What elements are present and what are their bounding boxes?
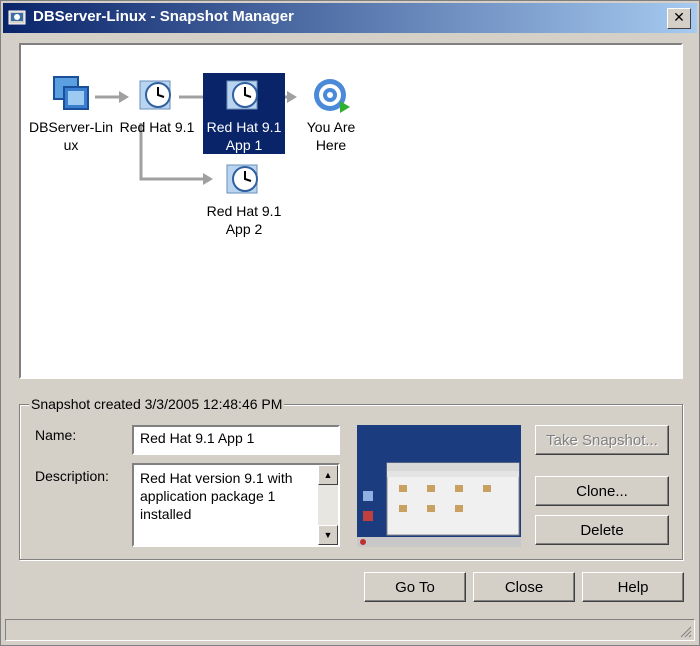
description-field[interactable]: Red Hat version 9.1 with application pac… (132, 463, 340, 547)
node-label: DBServer-Lin (28, 119, 114, 135)
tree-node-red-hat-9-1-app-2[interactable]: Red Hat 9.1 App 2 (203, 159, 285, 238)
name-label: Name: (35, 427, 77, 443)
node-label: Here (315, 137, 347, 153)
clone-button[interactable]: Clone... (535, 476, 669, 506)
snapshot-clock-icon (139, 80, 171, 110)
node-label: ux (63, 137, 79, 153)
you-are-here-icon (314, 79, 350, 113)
title-bar[interactable]: DBServer-Linux - Snapshot Manager ✕ (3, 3, 697, 33)
node-label: Red Hat 9.1 (203, 118, 285, 136)
tree-node-red-hat-9-1-app-1[interactable]: Red Hat 9.1 App 1 (203, 73, 285, 154)
tree-node-vm[interactable]: DBServer-Lin ux (25, 75, 117, 154)
snapshot-tree: DBServer-Lin ux Red Hat 9.1 Red Hat 9.1 … (19, 43, 683, 379)
status-bar (5, 619, 695, 641)
node-label: Red Hat 9.1 (206, 203, 282, 219)
take-snapshot-button[interactable]: Take Snapshot... (535, 425, 669, 455)
node-label: Red Hat 9.1 (119, 119, 195, 135)
snapshot-created-label: Snapshot created 3/3/2005 12:48:46 PM (29, 396, 285, 412)
help-button[interactable]: Help (582, 572, 684, 602)
resize-grip-icon[interactable] (678, 624, 692, 638)
close-window-button[interactable]: ✕ (667, 8, 691, 29)
tree-node-you-are-here[interactable]: You Are Here (291, 75, 371, 154)
snapshot-manager-window: DBServer-Linux - Snapshot Manager ✕ DBSe… (0, 0, 700, 646)
node-label: App 1 (203, 136, 285, 154)
description-text: Red Hat version 9.1 with application pac… (140, 470, 297, 522)
tree-node-red-hat-9-1[interactable]: Red Hat 9.1 (117, 75, 197, 136)
go-to-button[interactable]: Go To (364, 572, 466, 602)
description-scrollbar[interactable]: ▲ ▼ (318, 465, 338, 545)
name-field[interactable]: Red Hat 9.1 App 1 (132, 425, 340, 455)
delete-button[interactable]: Delete (535, 515, 669, 545)
snapshot-clock-icon (226, 80, 258, 110)
snapshot-thumbnail (357, 425, 521, 547)
desktop-preview-image (357, 425, 521, 547)
snapshot-clock-icon (226, 164, 258, 194)
scroll-down-icon[interactable]: ▼ (318, 525, 338, 545)
close-button[interactable]: Close (473, 572, 575, 602)
node-label: App 2 (225, 221, 263, 237)
node-label: You Are (306, 119, 356, 135)
scroll-up-icon[interactable]: ▲ (318, 465, 338, 485)
app-icon (8, 10, 26, 25)
description-label: Description: (35, 468, 109, 484)
window-title: DBServer-Linux - Snapshot Manager (33, 8, 294, 25)
vm-icon (53, 76, 89, 110)
